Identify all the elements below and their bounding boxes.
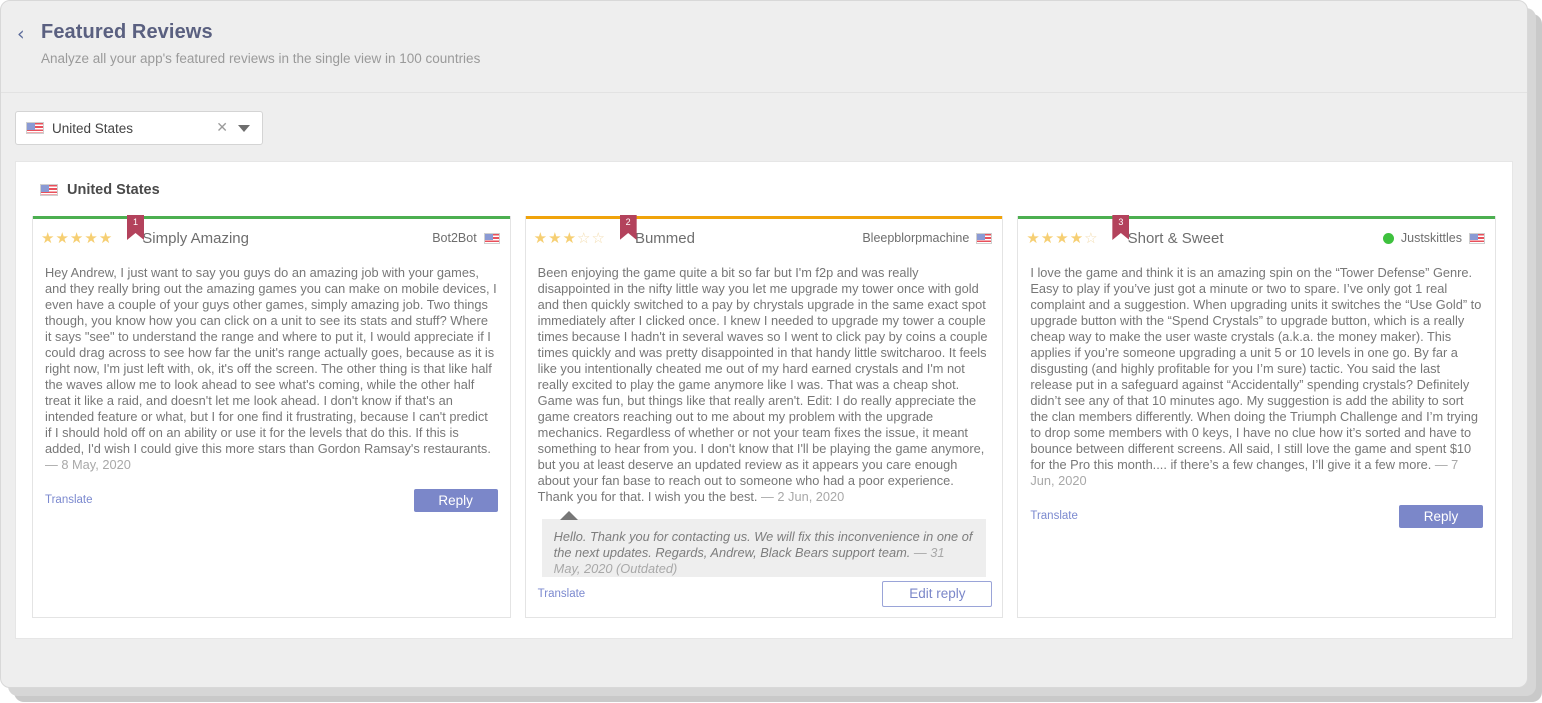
- rank-ribbon-badge: 3: [1112, 215, 1130, 240]
- star-filled-icon: ★: [548, 228, 562, 247]
- star-filled-icon: ★: [1040, 228, 1055, 247]
- star-empty-icon: ☆: [1084, 228, 1098, 247]
- star-filled-icon: ★: [55, 228, 69, 247]
- chevron-left-icon[interactable]: ‹: [17, 23, 33, 45]
- close-icon[interactable]: ✕: [206, 121, 238, 135]
- review-card-footer: Translate Edit reply: [526, 577, 1003, 617]
- developer-reply-date: — 31 May, 2020 (Outdated): [553, 545, 945, 576]
- star-filled-icon: ★: [1055, 228, 1069, 247]
- review-card-header: ★ ★ ★ ★ ☆ 3 Short & Sweet Justskittles: [1018, 215, 1495, 255]
- review-date: — 7 Jun, 2020: [1030, 457, 1459, 488]
- review-title: Simply Amazing: [142, 229, 249, 247]
- app-window: ‹ Featured Reviews Analyze all your app'…: [0, 0, 1528, 688]
- rating-stars: ★ ★ ★ ★ ★: [41, 228, 113, 247]
- us-flag-icon: [40, 184, 58, 196]
- translate-link[interactable]: Translate: [538, 588, 586, 600]
- star-empty-icon: ☆: [591, 228, 605, 247]
- rank-ribbon-badge: 1: [127, 215, 144, 240]
- star-filled-icon: ★: [1026, 228, 1040, 247]
- review-author: Bleepblorpmachine: [862, 231, 993, 245]
- translate-link[interactable]: Translate: [45, 494, 93, 506]
- us-flag-icon: [483, 232, 500, 244]
- reviews-panel: United States ★ ★ ★ ★ ★ 1 Simply Amazing Bot2Bo…: [15, 161, 1513, 639]
- review-author-name: Bleepblorpmachine: [862, 231, 970, 245]
- translate-link[interactable]: Translate: [1030, 510, 1078, 522]
- reply-button[interactable]: Reply: [1399, 504, 1484, 528]
- review-card-footer: Translate Reply: [45, 473, 498, 513]
- star-filled-icon: ★: [84, 228, 98, 247]
- review-card: ★ ★ ★ ★ ★ 1 Simply Amazing Bot2Bot Hey Andrew, I…: [32, 215, 511, 618]
- star-filled-icon: ★: [562, 228, 577, 247]
- review-cards-row: ★ ★ ★ ★ ★ 1 Simply Amazing Bot2Bot Hey Andrew, I…: [32, 215, 1497, 618]
- rating-stars: ★ ★ ★ ☆ ☆: [533, 228, 605, 247]
- review-author: Justskittles: [1382, 231, 1486, 245]
- review-title: Short & Sweet: [1127, 229, 1224, 247]
- review-date: — 2 Jun, 2020: [761, 489, 845, 504]
- reply-button[interactable]: Reply: [413, 488, 498, 512]
- country-select[interactable]: United States ✕: [15, 111, 263, 145]
- review-text: I love the game and think it is an amazi…: [1030, 265, 1482, 488]
- star-filled-icon: ★: [533, 228, 548, 247]
- review-text: Hey Andrew, I just want to say you guys …: [45, 265, 497, 472]
- rank-ribbon-badge: 2: [619, 215, 637, 240]
- page-subtitle: Analyze all your app's featured reviews …: [41, 51, 481, 66]
- developer-reply-text: Hello. Thank you for contacting us. We w…: [553, 529, 973, 576]
- review-card-header: ★ ★ ★ ☆ ☆ 2 Bummed Bleepblorpmachine: [526, 215, 1003, 255]
- review-author: Bot2Bot: [432, 231, 500, 245]
- country-select-value: United States: [52, 120, 134, 136]
- developer-reply-bubble: Hello. Thank you for contacting us. We w…: [541, 511, 987, 577]
- review-body: I love the game and think it is an amazi…: [1018, 255, 1495, 617]
- review-card-footer: Translate Reply: [1030, 489, 1484, 529]
- star-filled-icon: ★: [1069, 228, 1084, 247]
- review-author-name: Justskittles: [1400, 231, 1463, 245]
- country-section-heading: United States: [40, 182, 1496, 198]
- review-card: ★ ★ ★ ★ ☆ 3 Short & Sweet Justskittles I love th…: [1017, 215, 1497, 618]
- review-body: Been enjoying the game quite a bit so fa…: [526, 255, 1003, 577]
- page-header: ‹ Featured Reviews Analyze all your app'…: [1, 1, 1527, 93]
- us-flag-icon: [26, 122, 44, 134]
- review-card-header: ★ ★ ★ ★ ★ 1 Simply Amazing Bot2Bot: [33, 215, 510, 255]
- star-filled-icon: ★: [41, 228, 55, 247]
- page-title: Featured Reviews: [41, 21, 213, 43]
- review-date: — 8 May, 2020: [45, 457, 131, 472]
- review-title: Bummed: [634, 229, 695, 247]
- rating-stars: ★ ★ ★ ★ ☆: [1026, 228, 1098, 247]
- review-body: Hey Andrew, I just want to say you guys …: [33, 255, 510, 617]
- us-flag-icon: [976, 232, 993, 244]
- star-filled-icon: ★: [69, 228, 84, 247]
- review-author-name: Bot2Bot: [432, 231, 477, 245]
- star-empty-icon: ☆: [577, 228, 591, 247]
- star-filled-icon: ★: [98, 228, 113, 247]
- chevron-down-icon[interactable]: [238, 124, 250, 132]
- filter-bar: United States ✕: [1, 93, 1527, 157]
- country-section-label: United States: [67, 182, 160, 198]
- review-card: ★ ★ ★ ☆ ☆ 2 Bummed Bleepblorpmachine Been enjoyi…: [524, 215, 1004, 618]
- review-text: Been enjoying the game quite a bit so fa…: [537, 265, 988, 504]
- status-dot-icon: [1382, 232, 1394, 244]
- edit-reply-button[interactable]: Edit reply: [882, 581, 993, 607]
- us-flag-icon: [1469, 232, 1486, 244]
